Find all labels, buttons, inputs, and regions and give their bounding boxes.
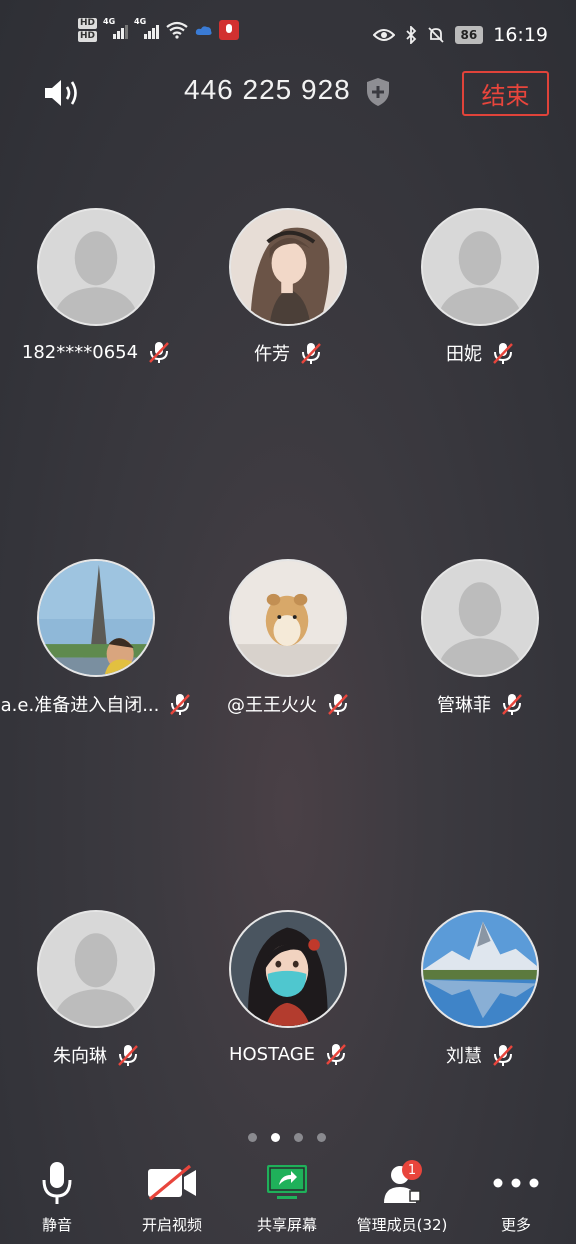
bottom-toolbar: 静音 开启视频 共享屏幕 1 管理成员(32) 更多 <box>0 1158 576 1244</box>
page-indicator[interactable] <box>248 1133 326 1142</box>
participant-tile[interactable]: 管琳菲 <box>384 559 576 717</box>
participant-name: 182****0654 <box>21 341 139 363</box>
avatar <box>229 910 347 1028</box>
default-avatar-icon <box>39 912 153 1026</box>
security-shield-icon[interactable] <box>364 76 392 108</box>
participant-name: HOSTAGE <box>228 1043 316 1065</box>
page-dot[interactable] <box>294 1133 303 1142</box>
muted-mic-icon <box>328 694 348 715</box>
battery-indicator: 86 <box>454 26 484 44</box>
participant-tile[interactable]: 182****0654 <box>0 208 192 364</box>
avatar <box>421 910 539 1028</box>
default-avatar-icon <box>423 561 537 675</box>
more-dots-icon <box>493 1178 539 1188</box>
hamster-avatar-icon <box>231 561 345 675</box>
eye-icon <box>372 29 395 41</box>
share-screen-button[interactable]: 共享屏幕 <box>227 1158 347 1235</box>
hd-indicator: HD HD <box>78 18 98 42</box>
participant-tile[interactable]: @王王火火 <box>192 559 384 717</box>
wifi-icon <box>166 21 188 39</box>
clock: 16:19 <box>493 24 548 46</box>
more-button[interactable]: 更多 <box>456 1158 576 1235</box>
muted-mic-icon <box>149 342 169 363</box>
muted-mic-icon <box>326 1044 346 1065</box>
signal-icon: 4G <box>103 17 129 39</box>
start-video-button[interactable]: 开启视频 <box>112 1158 232 1235</box>
muted-mic-icon <box>493 1045 513 1066</box>
participant-name: 刘慧 <box>446 1046 482 1067</box>
video-off-icon <box>148 1165 196 1201</box>
avatar <box>37 208 155 326</box>
participant-name: 仵芳 <box>254 344 290 365</box>
masked-girl-avatar-icon <box>231 912 345 1026</box>
manage-members-button[interactable]: 1 管理成员(32) <box>342 1158 462 1235</box>
avatar <box>421 208 539 326</box>
default-avatar-icon <box>423 210 537 324</box>
avatar <box>37 559 155 677</box>
participant-name: a.e.准备进入自闭... <box>0 695 160 716</box>
participant-name: 田妮 <box>446 344 482 365</box>
muted-mic-icon <box>118 1045 138 1066</box>
participant-tile[interactable]: a.e.准备进入自闭... <box>0 559 192 717</box>
signal-icon: 4G <box>134 17 160 39</box>
eiffel-tower-avatar-icon <box>39 561 153 675</box>
muted-mic-icon <box>493 343 513 364</box>
page-dot[interactable] <box>317 1133 326 1142</box>
avatar <box>229 559 347 677</box>
avatar <box>421 559 539 677</box>
meeting-id[interactable]: 446 225 928 <box>184 74 351 106</box>
end-meeting-button[interactable]: 结束 <box>462 71 549 116</box>
bluetooth-icon <box>405 26 416 44</box>
speaker-icon[interactable] <box>42 76 82 110</box>
page-dot-active[interactable] <box>271 1133 280 1142</box>
participant-name: @王王火火 <box>227 695 317 716</box>
participant-tile[interactable]: HOSTAGE <box>192 910 384 1066</box>
avatar <box>229 208 347 326</box>
mountain-lake-avatar-icon <box>423 912 537 1026</box>
avatar <box>37 910 155 1028</box>
participant-tile[interactable]: 朱向琳 <box>0 910 192 1068</box>
cloud-icon <box>195 26 212 35</box>
share-screen-icon <box>267 1165 307 1199</box>
default-avatar-icon <box>39 210 153 324</box>
page-dot[interactable] <box>248 1133 257 1142</box>
participant-tile[interactable]: 刘慧 <box>384 910 576 1068</box>
participant-tile[interactable]: 田妮 <box>384 208 576 366</box>
participant-name: 朱向琳 <box>53 1046 107 1067</box>
microphone-icon <box>42 1162 72 1204</box>
muted-mic-icon <box>502 694 522 715</box>
recording-mic-icon <box>219 20 240 40</box>
participant-name: 管琳菲 <box>437 695 491 716</box>
participant-tile[interactable]: 仵芳 <box>192 208 384 366</box>
anime-girl-avatar-icon <box>231 210 345 324</box>
mute-bell-icon <box>427 27 444 43</box>
notification-badge: 1 <box>402 1160 422 1180</box>
status-bar: HD HD 4G 4G 86 16:19 <box>0 0 576 70</box>
mute-button[interactable]: 静音 <box>0 1158 117 1235</box>
muted-mic-icon <box>170 694 191 715</box>
muted-mic-icon <box>301 343 321 364</box>
